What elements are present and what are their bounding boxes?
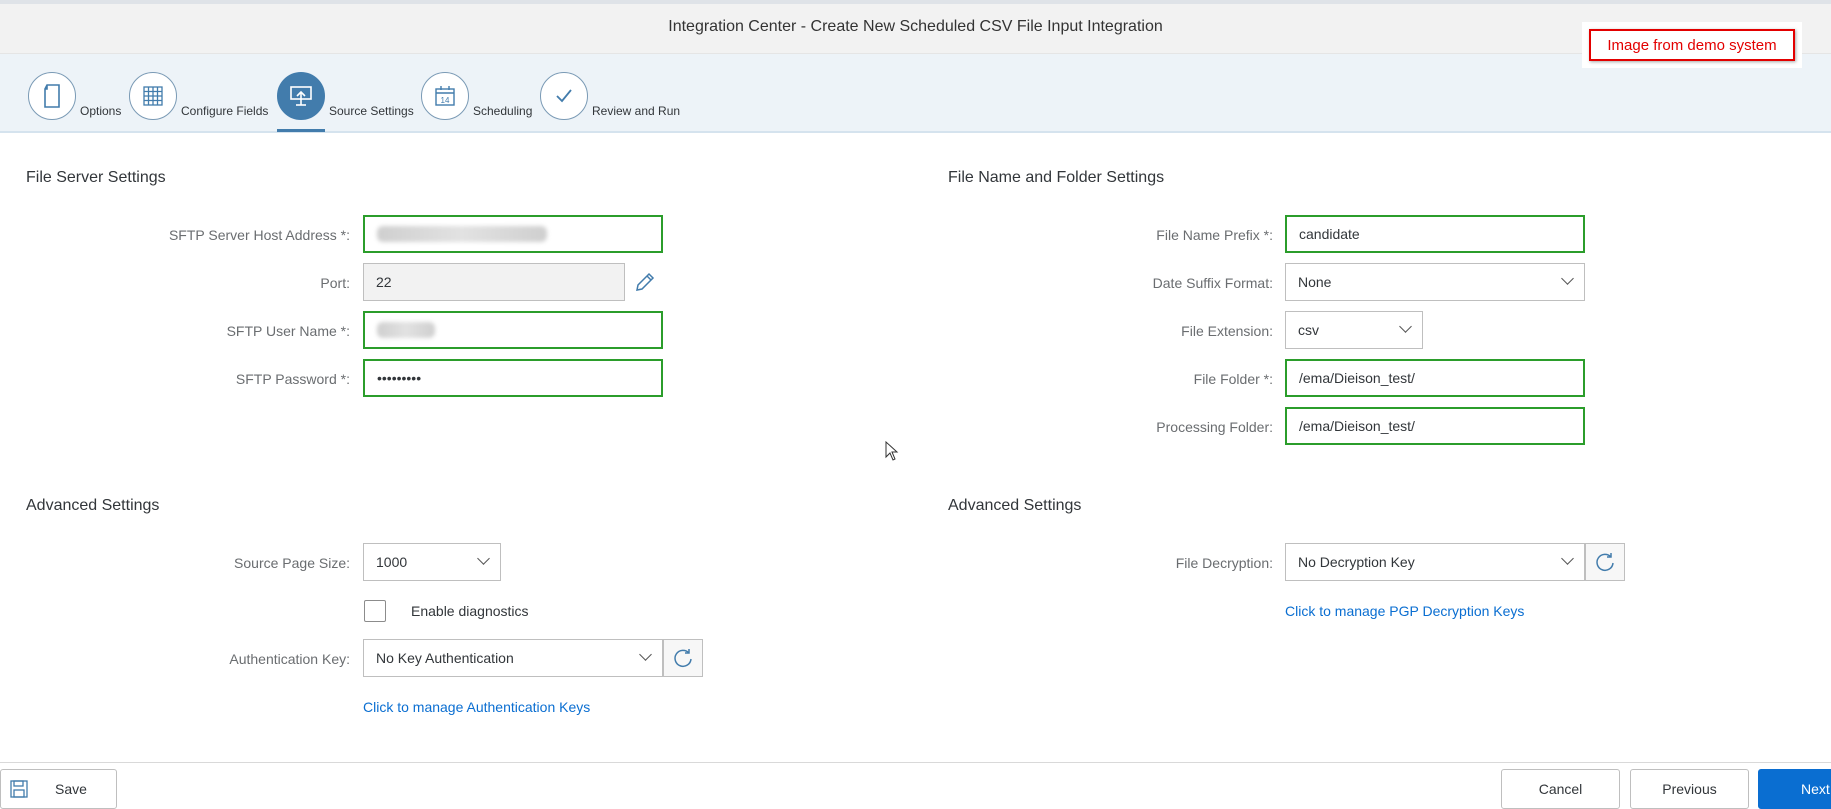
- chevron-down-icon: [1399, 320, 1412, 333]
- file-extension-label: File Extension:: [1181, 323, 1273, 339]
- chevron-down-icon: [477, 552, 490, 565]
- page-title: Integration Center - Create New Schedule…: [668, 18, 1163, 35]
- refresh-icon: [674, 649, 692, 668]
- file-name-folder-settings-title: File Name and Folder Settings: [948, 169, 1165, 186]
- cancel-button[interactable]: Cancel: [1501, 769, 1620, 809]
- sftp-user-input[interactable]: [363, 311, 663, 349]
- authentication-key-label: Authentication Key:: [229, 651, 350, 667]
- selected-value: csv: [1298, 322, 1319, 338]
- port-label: Port:: [320, 275, 350, 291]
- source-page-size-select[interactable]: 1000: [363, 543, 501, 581]
- step-label: Review and Run: [592, 104, 681, 118]
- file-folder-label: File Folder *:: [1193, 371, 1273, 387]
- calendar-day: 14: [441, 96, 450, 105]
- step-label: Scheduling: [473, 104, 533, 118]
- file-server-settings-title: File Server Settings: [26, 169, 166, 186]
- sftp-user-label: SFTP User Name *:: [226, 323, 350, 339]
- sftp-host-input[interactable]: [363, 215, 663, 253]
- sftp-password-input[interactable]: •••••••••: [363, 359, 663, 397]
- save-button-label: Save: [55, 781, 87, 797]
- step-label: Source Settings: [329, 104, 414, 118]
- floppy-disk-icon: [10, 780, 28, 798]
- wizard-progress-bar: Options Configure Fields Source Settings…: [0, 54, 1831, 133]
- file-decryption-select[interactable]: No Decryption Key: [1285, 543, 1585, 581]
- step-review-and-run[interactable]: Review and Run: [540, 68, 680, 120]
- redacted-value: [377, 322, 435, 338]
- document-icon: [28, 72, 76, 120]
- step-source-settings[interactable]: Source Settings: [277, 68, 414, 120]
- file-name-prefix-input[interactable]: candidate: [1285, 215, 1585, 253]
- refresh-icon: [1596, 553, 1614, 572]
- selected-value: None: [1298, 274, 1332, 290]
- port-input[interactable]: 22: [363, 263, 625, 301]
- mouse-cursor-icon: [885, 440, 899, 461]
- save-button[interactable]: Save: [0, 769, 117, 809]
- upload-screen-icon: [277, 72, 325, 120]
- file-name-prefix-label: File Name Prefix *:: [1156, 227, 1273, 243]
- footer-toolbar: Save Cancel Previous Next: [0, 762, 1831, 809]
- active-step-indicator: [277, 129, 325, 132]
- source-page-size-label: Source Page Size:: [234, 555, 350, 571]
- sftp-host-label: SFTP Server Host Address *:: [168, 227, 350, 243]
- selected-value: No Key Authentication: [376, 650, 514, 666]
- pencil-icon[interactable]: [633, 270, 657, 294]
- enable-diagnostics-label: Enable diagnostics: [411, 603, 529, 619]
- authentication-key-select[interactable]: No Key Authentication: [363, 639, 663, 677]
- chevron-down-icon: [1561, 552, 1574, 565]
- advanced-settings-title-right: Advanced Settings: [948, 497, 1082, 514]
- refresh-decryption-keys-button[interactable]: [1585, 543, 1625, 581]
- selected-value: 1000: [376, 554, 408, 570]
- step-scheduling[interactable]: 14 Scheduling: [421, 68, 532, 120]
- date-suffix-format-select[interactable]: None: [1285, 263, 1585, 301]
- manage-authentication-keys-link[interactable]: Click to manage Authentication Keys: [363, 699, 590, 715]
- previous-button[interactable]: Previous: [1630, 769, 1749, 809]
- demo-badge: Image from demo system: [1582, 22, 1802, 68]
- checkmark-icon: [540, 72, 588, 120]
- next-button[interactable]: Next: [1758, 769, 1831, 809]
- processing-folder-label: Processing Folder:: [1156, 419, 1273, 435]
- enable-diagnostics-checkbox[interactable]: [364, 600, 386, 622]
- calendar-icon: 14: [421, 72, 469, 120]
- step-label: Configure Fields: [181, 104, 269, 118]
- demo-badge-text: Image from demo system: [1589, 29, 1795, 61]
- sftp-password-label: SFTP Password *:: [235, 371, 350, 387]
- chevron-down-icon: [639, 648, 652, 661]
- step-label: Options: [80, 104, 122, 118]
- file-extension-select[interactable]: csv: [1285, 311, 1423, 349]
- date-suffix-format-label: Date Suffix Format:: [1152, 275, 1273, 291]
- selected-value: No Decryption Key: [1298, 554, 1415, 570]
- step-options[interactable]: Options: [28, 68, 121, 120]
- refresh-auth-keys-button[interactable]: [663, 639, 703, 677]
- file-folder-input[interactable]: /ema/Dieison_test/: [1285, 359, 1585, 397]
- step-configure-fields[interactable]: Configure Fields: [129, 68, 268, 120]
- advanced-settings-title: Advanced Settings: [26, 497, 160, 514]
- manage-pgp-decryption-keys-link[interactable]: Click to manage PGP Decryption Keys: [1285, 603, 1524, 619]
- chevron-down-icon: [1561, 272, 1574, 285]
- shell-header: Integration Center - Create New Schedule…: [0, 0, 1831, 54]
- redacted-value: [377, 226, 547, 242]
- processing-folder-input[interactable]: /ema/Dieison_test/: [1285, 407, 1585, 445]
- grid-icon: [129, 72, 177, 120]
- file-decryption-label: File Decryption:: [1175, 555, 1273, 571]
